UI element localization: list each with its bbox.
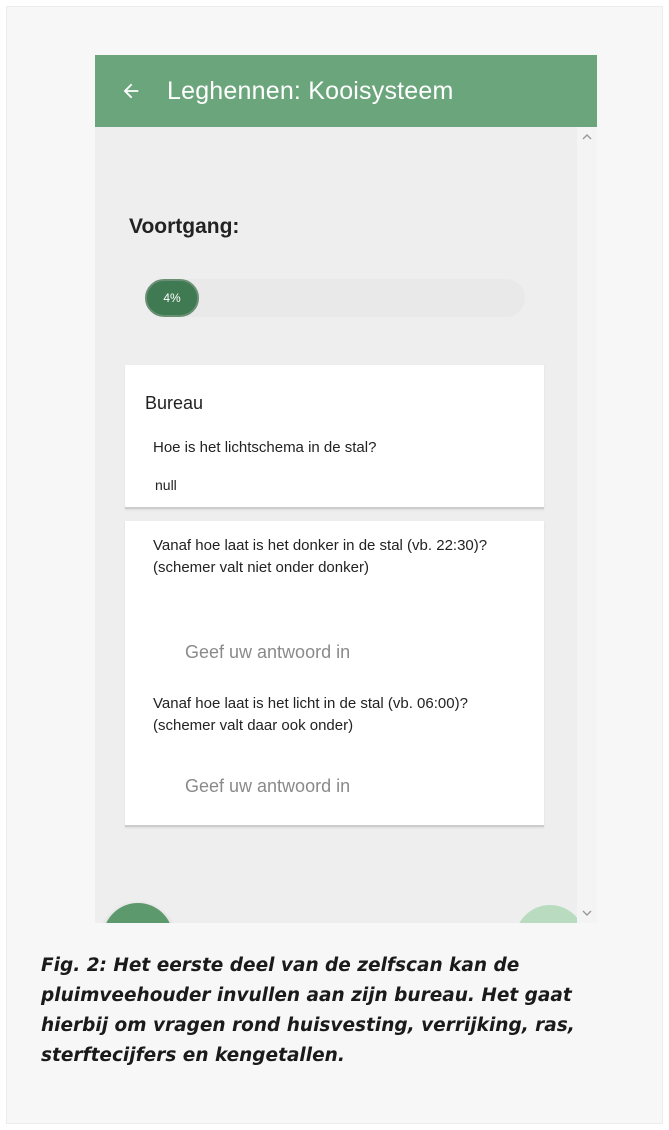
app-bar: Leghennen: Kooisysteem [95, 55, 597, 127]
question-text: Vanaf hoe laat is het licht in de stal (… [153, 695, 468, 734]
scroll-content: Voortgang: 4% Bureau Hoe is het lichtsch… [95, 127, 585, 923]
back-button[interactable] [95, 55, 167, 127]
light-time-input[interactable] [185, 769, 505, 803]
page-title: Leghennen: Kooisysteem [167, 76, 454, 105]
figure-frame: Leghennen: Kooisysteem Voortgang: 4% Bur… [6, 6, 663, 1124]
progress-percent: 4% [163, 291, 181, 305]
progress-label: Voortgang: [129, 215, 240, 238]
scroll-up-button[interactable] [577, 127, 597, 147]
question-text: Vanaf hoe laat is het donker in de stal … [153, 537, 488, 576]
scroll-down-button[interactable] [577, 903, 597, 923]
figure-caption: Fig. 2: Het eerste deel van de zelfscan … [41, 955, 575, 1066]
question-card-light: Vanaf hoe laat is het donker in de stal … [125, 521, 544, 827]
progress-fill: 4% [145, 279, 199, 317]
section-title: Bureau [145, 393, 204, 413]
dark-time-input[interactable] [185, 635, 505, 669]
chevron-up-icon [582, 134, 592, 140]
arrow-left-icon [123, 83, 139, 99]
chevron-down-icon [582, 910, 592, 916]
previous-button[interactable] [103, 903, 173, 923]
next-button[interactable] [515, 905, 585, 923]
question-card-bureau: Bureau Hoe is het lichtschema in de stal… [125, 365, 544, 509]
progress-bar: 4% [145, 279, 525, 317]
scrollbar[interactable] [577, 127, 597, 923]
question-text: Hoe is het lichtschema in de stal? [153, 439, 377, 456]
answer-value: null [155, 477, 177, 493]
app-screen: Leghennen: Kooisysteem Voortgang: 4% Bur… [95, 55, 597, 923]
